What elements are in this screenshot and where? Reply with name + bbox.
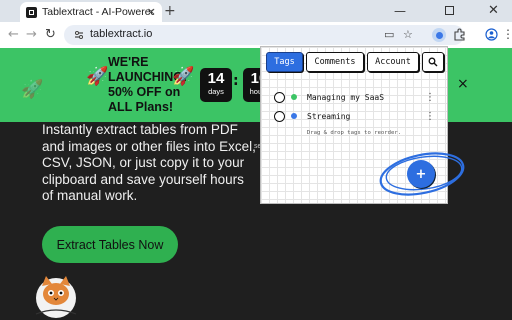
browser-menu-icon[interactable]: ⋮ [502, 27, 512, 41]
tag-name: Streaming [307, 111, 351, 121]
cast-icon[interactable]: ▭ [384, 28, 394, 41]
countdown-unit: days [208, 87, 224, 96]
tab-comments[interactable]: Comments [306, 52, 364, 72]
profile-icon[interactable] [485, 28, 498, 41]
browser-tab[interactable]: Tablextract - AI-Powered × [20, 2, 162, 22]
back-icon[interactable]: ← [8, 27, 19, 42]
forward-icon[interactable]: → [26, 27, 37, 42]
address-bar[interactable]: tablextract.io ▭ ☆ [64, 25, 464, 45]
tag-menu-icon[interactable]: ⋮ [425, 111, 435, 122]
banner-close-icon[interactable]: × [457, 76, 469, 92]
rocket-icon: 🚀 [86, 66, 109, 87]
countdown-days: 14 days [200, 68, 232, 102]
tag-color-dot [291, 113, 297, 119]
tab-strip: Tablextract - AI-Powered × + — ✕ [0, 0, 512, 22]
tag-name: Managing my SaaS [307, 92, 385, 102]
hero-description: Instantly extract tables from PDF and im… [42, 122, 256, 203]
minimize-icon[interactable]: — [394, 4, 406, 18]
extensions-puzzle-icon[interactable] [453, 28, 466, 41]
countdown-value: 14 [207, 70, 225, 87]
tab-tags[interactable]: Tags [266, 52, 303, 72]
tag-radio[interactable] [274, 110, 285, 122]
rocket-icon: 🚀 [21, 79, 44, 100]
tab-title: Tablextract - AI-Powered [42, 6, 154, 18]
countdown-separator: : [233, 73, 239, 89]
window-close-icon[interactable]: ✕ [488, 3, 499, 18]
maximize-icon[interactable] [445, 6, 454, 15]
search-icon [428, 57, 438, 67]
tablextract-favicon-icon [26, 6, 37, 18]
tag-row[interactable]: Streaming ⋮ [274, 108, 444, 124]
search-button[interactable] [422, 52, 444, 72]
bookmark-star-icon[interactable]: ☆ [403, 28, 413, 41]
extract-tables-button[interactable]: Extract Tables Now [42, 226, 178, 263]
extension-active-icon[interactable] [432, 28, 446, 42]
cat-mascot-logo [35, 276, 77, 318]
launch-line: 50% OFF on [108, 85, 181, 99]
tag-radio[interactable] [274, 91, 285, 103]
new-tab-icon[interactable]: + [164, 3, 176, 19]
launch-line: ALL Plans! [108, 100, 174, 114]
reload-icon[interactable]: ↻ [45, 27, 56, 42]
browser-toolbar: ← → ↻ tablextract.io ▭ ☆ ⋮ [0, 22, 512, 48]
add-tag-button[interactable]: + [407, 160, 435, 188]
site-info-icon[interactable] [74, 30, 84, 40]
tab-close-icon[interactable]: × [147, 5, 156, 18]
tag-color-dot [291, 94, 297, 100]
tag-row[interactable]: Managing my SaaS ⋮ [274, 89, 444, 105]
tag-menu-icon[interactable]: ⋮ [425, 92, 435, 103]
rocket-icon: 🚀 [172, 66, 195, 87]
tab-account[interactable]: Account [367, 52, 419, 72]
url-text[interactable]: tablextract.io [90, 28, 152, 40]
reorder-hint: Drag & drop tags to reorder. [306, 130, 402, 136]
